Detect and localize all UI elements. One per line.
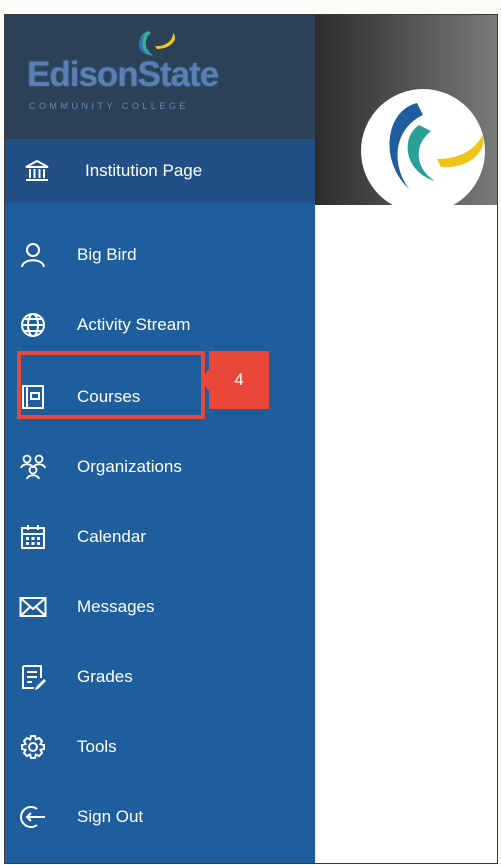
nav-item-messages[interactable]: Messages: [5, 575, 315, 639]
gear-icon: [19, 733, 47, 761]
courses-highlight-box: [17, 351, 205, 419]
sidebar: EdisonState COMMUNITY COLLEGE Institutio…: [5, 15, 315, 863]
nav-label-grades: Grades: [77, 667, 133, 686]
nav-label-institution-page: Institution Page: [85, 161, 203, 180]
grades-icon: [19, 663, 47, 691]
envelope-icon: [19, 593, 47, 621]
brand-header[interactable]: EdisonState COMMUNITY COLLEGE: [5, 15, 315, 139]
nav-item-tools[interactable]: Tools: [5, 715, 315, 779]
brand-subtitle: COMMUNITY COLLEGE: [29, 101, 189, 111]
nav-label-messages: Messages: [77, 597, 155, 616]
institution-icon: [23, 157, 51, 185]
nav-label-sign-out: Sign Out: [77, 807, 144, 826]
sign-out-icon: [19, 803, 47, 831]
nav-item-big-bird[interactable]: Big Bird: [5, 223, 315, 287]
nav-label-activity-stream: Activity Stream: [77, 315, 191, 334]
step-callout-badge: 4: [209, 351, 269, 409]
nav-label-tools: Tools: [77, 737, 117, 756]
nav-item-activity-stream[interactable]: Activity Stream: [5, 293, 315, 357]
calendar-icon: [19, 523, 47, 551]
nav-item-organizations[interactable]: Organizations: [5, 435, 315, 499]
organizations-icon: [19, 453, 47, 481]
college-logo-icon: [361, 89, 485, 213]
app-frame: EdisonState COMMUNITY COLLEGE Institutio…: [4, 14, 498, 864]
nav-item-institution-page[interactable]: Institution Page: [5, 139, 315, 203]
globe-icon: [19, 311, 47, 339]
nav-item-sign-out[interactable]: Sign Out: [5, 785, 315, 849]
user-icon: [19, 241, 47, 269]
brand-name: EdisonState: [27, 55, 219, 94]
nav-item-calendar[interactable]: Calendar: [5, 505, 315, 569]
nav-label-big-bird: Big Bird: [77, 245, 137, 264]
main-content: [315, 205, 497, 863]
nav-label-calendar: Calendar: [77, 527, 146, 546]
nav-label-organizations: Organizations: [77, 457, 182, 476]
nav-item-grades[interactable]: Grades: [5, 645, 315, 709]
